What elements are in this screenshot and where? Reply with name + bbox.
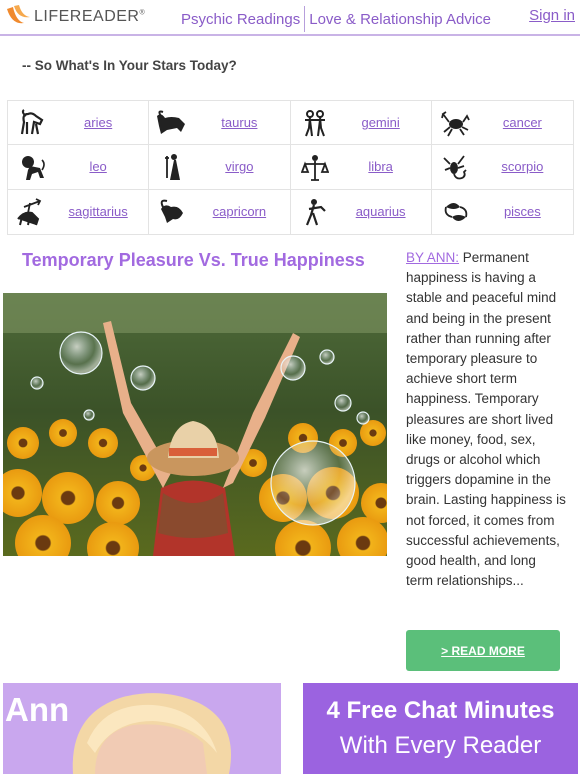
byline-link[interactable]: BY ANN: xyxy=(406,250,459,265)
free-chat-banner[interactable]: 4 Free Chat Minutes With Every Reader xyxy=(303,683,578,774)
reader-name: Ann xyxy=(5,691,70,728)
site-header: LIFEREADER® Psychic Readings Love & Rela… xyxy=(0,0,580,36)
zodiac-label[interactable]: aries xyxy=(48,101,148,144)
taurus-icon xyxy=(157,110,186,134)
sign-in-link[interactable]: Sign in xyxy=(529,7,575,24)
main-nav: Psychic Readings Love & Relationship Adv… xyxy=(181,6,491,32)
sagittarius-icon xyxy=(17,197,42,225)
nav-psychic-readings[interactable]: Psychic Readings xyxy=(181,11,300,28)
nav-divider xyxy=(304,6,306,32)
zodiac-cell-virgo[interactable]: virgo xyxy=(149,145,291,190)
reader-ann-banner[interactable]: Ann xyxy=(3,683,281,774)
logo-swoosh-icon xyxy=(7,5,30,24)
zodiac-cell-capricorn[interactable]: capricorn xyxy=(149,189,291,234)
cancer-icon xyxy=(440,111,470,137)
zodiac-cell-aquarius[interactable]: aquarius xyxy=(291,189,432,234)
zodiac-label[interactable]: sagittarius xyxy=(48,190,148,234)
zodiac-label[interactable]: scorpio xyxy=(472,145,573,188)
zodiac-label[interactable]: leo xyxy=(48,145,148,188)
zodiac-label[interactable]: capricorn xyxy=(189,190,289,234)
article-excerpt: BY ANN: Permanent happiness is having a … xyxy=(406,248,566,591)
aries-icon xyxy=(20,109,44,135)
zodiac-cell-leo[interactable]: leo xyxy=(8,145,150,190)
zodiac-label[interactable]: pisces xyxy=(472,190,573,234)
pisces-icon xyxy=(444,202,468,221)
article-body: Permanent happiness is having a stable a… xyxy=(406,250,566,589)
zodiac-grid: aries taurus gemini cancer leo virgo lib… xyxy=(7,100,574,235)
zodiac-label[interactable]: gemini xyxy=(331,101,431,144)
zodiac-cell-sagittarius[interactable]: sagittarius xyxy=(8,189,150,234)
nav-love-relationship-advice[interactable]: Love & Relationship Advice xyxy=(309,11,491,28)
capricorn-icon xyxy=(160,199,184,223)
zodiac-label[interactable]: libra xyxy=(331,145,431,188)
zodiac-cell-libra[interactable]: libra xyxy=(290,145,432,190)
zodiac-label[interactable]: taurus xyxy=(189,101,289,144)
virgo-icon xyxy=(165,154,181,181)
lifereader-logo[interactable]: LIFEREADER® xyxy=(4,2,145,32)
sunflower-field-illustration xyxy=(3,293,387,556)
zodiac-cell-cancer[interactable]: cancer xyxy=(431,101,573,146)
logo-text: LIFEREADER® xyxy=(34,8,146,25)
zodiac-label[interactable]: cancer xyxy=(472,101,573,144)
zodiac-label[interactable]: aquarius xyxy=(331,190,431,234)
zodiac-cell-taurus[interactable]: taurus xyxy=(149,101,291,146)
scorpio-icon xyxy=(443,155,467,180)
aquarius-icon xyxy=(305,198,326,226)
free-chat-subline: With Every Reader xyxy=(339,732,542,759)
article-image[interactable] xyxy=(3,293,387,556)
article-title[interactable]: Temporary Pleasure Vs. True Happiness xyxy=(22,250,365,271)
gemini-icon xyxy=(304,110,325,137)
leo-icon xyxy=(22,156,45,181)
zodiac-cell-pisces[interactable]: pisces xyxy=(432,190,573,234)
libra-icon xyxy=(300,155,329,182)
zodiac-cell-aries[interactable]: aries xyxy=(8,101,150,146)
read-more-button[interactable]: > READ MORE xyxy=(406,630,560,671)
zodiac-cell-gemini[interactable]: gemini xyxy=(290,101,432,146)
zodiac-label[interactable]: virgo xyxy=(189,145,289,188)
stars-heading: -- So What's In Your Stars Today? xyxy=(22,58,237,73)
zodiac-cell-scorpio[interactable]: scorpio xyxy=(431,145,573,190)
free-chat-headline: 4 Free Chat Minutes xyxy=(326,697,555,724)
